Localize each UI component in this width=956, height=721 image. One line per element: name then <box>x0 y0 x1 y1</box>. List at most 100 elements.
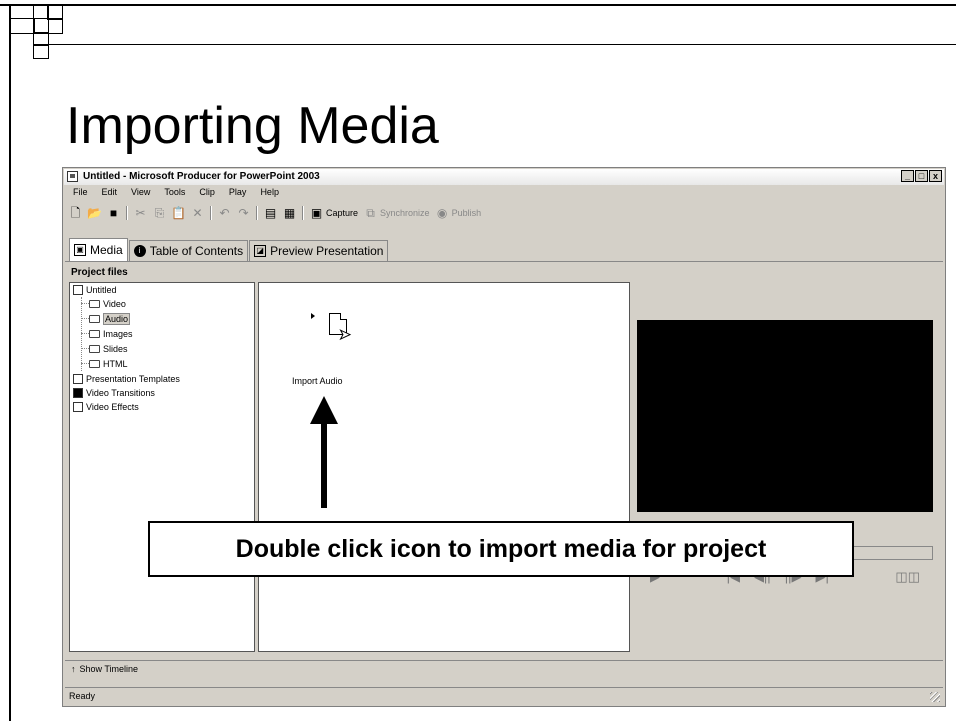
tree-connector <box>81 363 89 364</box>
toolbar-separator <box>256 206 258 220</box>
arrow-up-icon: ↑ <box>71 663 76 674</box>
menu-view[interactable]: View <box>129 187 152 201</box>
tab-media-label: Media <box>90 243 123 257</box>
effects-icon <box>73 402 83 412</box>
menu-help[interactable]: Help <box>258 187 281 201</box>
folder-icon <box>89 300 100 308</box>
tree-item-label: Untitled <box>86 285 117 295</box>
menu-file[interactable]: File <box>71 187 90 201</box>
tree-item-label: Images <box>103 329 133 339</box>
properties-icon[interactable]: ▤ <box>264 206 277 220</box>
slide-corner-box <box>33 32 49 59</box>
tree-item-video-effects[interactable]: Video Effects <box>73 401 139 413</box>
transition-icon <box>73 388 83 398</box>
publish-label: Publish <box>451 208 482 218</box>
cut-icon[interactable]: ✂ <box>134 206 147 220</box>
folder-icon <box>89 360 100 368</box>
status-text: Ready <box>69 691 96 701</box>
tree-item-audio[interactable]: Audio <box>89 313 131 325</box>
menu-play[interactable]: Play <box>227 187 249 201</box>
maximize-button[interactable]: □ <box>915 170 928 182</box>
status-bar: Ready <box>65 687 943 704</box>
media-workspace: Project files Untitled Video Audio Image… <box>65 261 943 655</box>
undo-icon[interactable]: ↶ <box>218 206 231 220</box>
tab-preview-label: Preview Presentation <box>270 244 384 258</box>
template-icon <box>73 374 83 384</box>
capture-icon: ▣ <box>310 205 323 220</box>
annotation-callout: Double click icon to import media for pr… <box>148 521 854 577</box>
redo-icon[interactable]: ↷ <box>237 206 250 220</box>
pointer-triangle-icon <box>311 313 315 319</box>
toolbar-separator <box>302 206 304 220</box>
tree-item-label: Video Effects <box>86 402 139 412</box>
view-options-icon[interactable]: ▦ <box>283 206 296 220</box>
tree-connector <box>81 318 89 319</box>
app-icon <box>67 171 78 182</box>
annotation-arrow-shaft <box>321 420 327 508</box>
tab-media[interactable]: ▣ Media <box>69 238 128 261</box>
menu-tools[interactable]: Tools <box>162 187 187 201</box>
tree-item-html[interactable]: HTML <box>89 358 128 370</box>
paste-icon[interactable]: 📋 <box>171 206 186 220</box>
tree-item-label: Video <box>103 299 126 309</box>
media-tab-icon: ▣ <box>74 244 86 256</box>
tree-item-images[interactable]: Images <box>89 328 133 340</box>
folder-icon <box>89 345 100 353</box>
slide-corner-box <box>9 18 35 34</box>
capture-label: Capture <box>326 208 359 218</box>
tab-toc-label: Table of Contents <box>149 244 244 258</box>
tree-item-label: HTML <box>103 359 128 369</box>
tree-connector <box>81 297 82 371</box>
tree-item-slides[interactable]: Slides <box>89 343 128 355</box>
delete-icon[interactable]: ✕ <box>191 206 204 220</box>
toolbar: 🗋 📂 ■ ✂ ⎘ 📋 ✕ ↶ ↷ ▤ ▦ ▣ Capture ⧉ Synchron… <box>69 203 481 223</box>
minimize-button[interactable]: _ <box>901 170 914 182</box>
tree-connector <box>81 303 89 304</box>
tab-preview-presentation[interactable]: ◪ Preview Presentation <box>249 240 389 261</box>
folder-icon <box>89 330 100 338</box>
tab-strip: ▣ Media i Table of Contents ◪ Preview Prese… <box>69 238 389 262</box>
tree-item-label: Video Transitions <box>86 388 155 398</box>
capture-button[interactable]: ▣ Capture <box>310 205 359 220</box>
tree-item-untitled[interactable]: Untitled <box>73 284 117 296</box>
preview-monitor <box>637 320 933 512</box>
project-files-heading: Project files <box>71 267 128 278</box>
open-icon[interactable]: 📂 <box>87 206 102 220</box>
show-timeline-label: Show Timeline <box>79 663 139 674</box>
window-title: Untitled - Microsoft Producer for PowerP… <box>83 171 320 182</box>
show-timeline-button[interactable]: ↑ Show Timeline <box>65 660 943 676</box>
slide-border-left <box>9 4 11 721</box>
title-bar: Untitled - Microsoft Producer for PowerP… <box>64 169 944 185</box>
info-icon: i <box>133 245 146 257</box>
import-audio-label[interactable]: Import Audio <box>292 376 343 386</box>
copy-icon[interactable]: ⎘ <box>153 206 166 220</box>
preview-icon: ◪ <box>254 245 267 257</box>
folder-open-icon <box>89 315 100 323</box>
toolbar-separator <box>126 206 128 220</box>
tree-item-video-transitions[interactable]: Video Transitions <box>73 387 155 399</box>
close-button[interactable]: x <box>929 170 942 182</box>
slide-divider-line <box>33 44 956 45</box>
tree-item-label: Presentation Templates <box>86 374 180 384</box>
synchronize-button[interactable]: ⧉ Synchronize <box>364 205 429 220</box>
tree-item-label: Audio <box>103 313 131 325</box>
synchronize-icon: ⧉ <box>366 205 375 220</box>
slide-title: Importing Media <box>66 97 439 155</box>
tab-table-of-contents[interactable]: i Table of Contents <box>128 240 249 261</box>
slide-border-top <box>0 4 956 6</box>
tree-connector <box>81 348 89 349</box>
tree-item-video[interactable]: Video <box>89 298 126 310</box>
project-files-tree: Untitled Video Audio Images Slides HTML … <box>69 282 255 652</box>
tree-item-presentation-templates[interactable]: Presentation Templates <box>73 373 180 385</box>
publish-button[interactable]: ◉ Publish <box>436 206 482 220</box>
resize-grip-icon[interactable] <box>930 692 940 702</box>
media-contents-panel: ➤ Import Audio <box>258 282 630 652</box>
toolbar-separator <box>210 206 212 220</box>
save-icon[interactable]: ■ <box>107 206 120 220</box>
menu-clip[interactable]: Clip <box>197 187 217 201</box>
split-icon[interactable]: ◫◫ <box>895 569 920 585</box>
mouse-cursor-icon: ➤ <box>339 326 352 342</box>
menu-edit[interactable]: Edit <box>100 187 120 201</box>
producer-window: Untitled - Microsoft Producer for PowerP… <box>62 167 946 707</box>
new-icon[interactable]: 🗋 <box>69 206 82 220</box>
